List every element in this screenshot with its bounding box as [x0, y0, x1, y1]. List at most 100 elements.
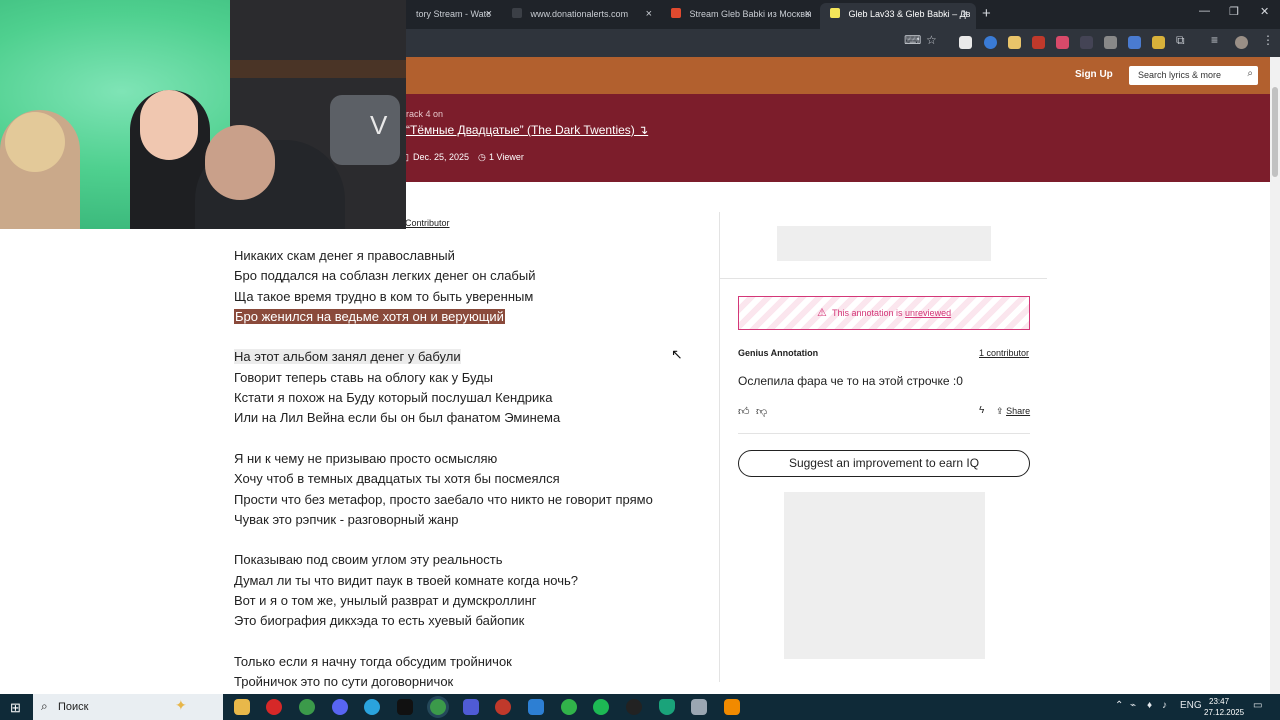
- extension-icon[interactable]: [984, 36, 997, 49]
- extension-icon[interactable]: [1152, 36, 1165, 49]
- tab-watch-stream[interactable]: tory Stream - Watc ×: [406, 3, 500, 29]
- lyric-line[interactable]: Никаких скам денег я православный: [234, 246, 714, 266]
- scroll-thumb[interactable]: [1272, 87, 1278, 177]
- app-icon[interactable]: [561, 699, 577, 715]
- chrome-active-icon[interactable]: [430, 699, 446, 715]
- lyric-line[interactable]: Тройничок это по сути договорничок: [234, 672, 714, 692]
- extension-icon[interactable]: [1128, 36, 1141, 49]
- taskbar-clock-time[interactable]: 23:47: [1209, 697, 1229, 706]
- lyric-line[interactable]: Кстати я похож на Буду который послушал …: [234, 388, 714, 408]
- app-icon[interactable]: [691, 699, 707, 715]
- lyric-line[interactable]: Прости что без метафор, просто заебало ч…: [234, 490, 714, 510]
- extension-icon[interactable]: [1032, 36, 1045, 49]
- minimize-button[interactable]: —: [1199, 5, 1210, 17]
- obs-icon[interactable]: [626, 699, 642, 715]
- spotify-icon[interactable]: [593, 699, 609, 715]
- ad-placeholder: [784, 492, 985, 659]
- puzzle-icon[interactable]: ⧉: [1176, 33, 1185, 48]
- sign-up-link[interactable]: Sign Up: [1075, 69, 1113, 80]
- profile-avatar-icon[interactable]: [1235, 36, 1248, 49]
- vscode-icon[interactable]: [528, 699, 544, 715]
- chrome-icon[interactable]: [299, 699, 315, 715]
- unreviewed-link[interactable]: unreviewed: [905, 308, 951, 318]
- taskbar-clock-date[interactable]: 27.12.2025: [1204, 708, 1244, 717]
- bookmark-star-icon[interactable]: ☆: [926, 33, 937, 47]
- extension-icon[interactable]: [1008, 36, 1021, 49]
- lyric-line[interactable]: Говорит теперь ставь на облогу как у Буд…: [234, 368, 714, 388]
- microphone-icon[interactable]: ♦: [1147, 700, 1152, 711]
- lyric-line[interactable]: Только если я начну тогда обсудим тройни…: [234, 652, 714, 672]
- new-tab-button[interactable]: +: [982, 5, 991, 22]
- app-icon[interactable]: [495, 699, 511, 715]
- translate-icon[interactable]: ⌨: [904, 33, 921, 47]
- taskbar-search[interactable]: ⌕ Поиск ✦: [33, 694, 223, 720]
- lyric-line[interactable]: Чувак это рэпчик - разговорный жанр: [234, 510, 714, 530]
- album-link[interactable]: “Тёмные Двадцатые” (The Dark Twenties) ↴: [406, 123, 648, 137]
- annotation-contributors-link[interactable]: 1 contributor: [979, 348, 1029, 358]
- page-scrollbar[interactable]: [1270, 57, 1280, 694]
- stanza-break: [234, 530, 714, 550]
- lyric-line[interactable]: Бро женился на ведьме хотя он и верующий: [234, 307, 714, 327]
- globe-icon: [512, 8, 522, 18]
- search-icon[interactable]: ⌕: [1247, 68, 1253, 79]
- language-indicator[interactable]: ENG: [1180, 700, 1202, 711]
- thumbs-down-icon[interactable]: 👎︎: [756, 405, 767, 418]
- lyric-line[interactable]: Хочу чтоб в темных двадцатых ты хотя бы …: [234, 469, 714, 489]
- app-icon[interactable]: [397, 699, 413, 715]
- lyric-text: Кстати я похож на Буду который послушал …: [234, 390, 553, 406]
- suggest-improvement-button[interactable]: Suggest an improvement to earn IQ: [738, 450, 1030, 477]
- webcam-person: [205, 125, 275, 200]
- vlc-icon[interactable]: [724, 699, 740, 715]
- extension-icon[interactable]: [1080, 36, 1093, 49]
- tab-donationalerts[interactable]: www.donationalerts.com ×: [502, 3, 660, 29]
- yandex-icon[interactable]: [266, 699, 282, 715]
- search-input[interactable]: Search lyrics & more ⌕: [1129, 66, 1258, 85]
- lyric-line[interactable]: Вот и я о том же, унылый разврат и думск…: [234, 591, 714, 611]
- menu-kebab-icon[interactable]: ⋮: [1262, 33, 1274, 47]
- tab-label: Stream Gleb Babki из Москвы: [689, 9, 812, 19]
- tab-genius-active[interactable]: Gleb Lav33 & Gleb Babki – Дв ×: [820, 3, 976, 29]
- file-explorer-icon[interactable]: [234, 699, 250, 715]
- lyric-line[interactable]: Думал ли ты что видит паук в твоей комна…: [234, 571, 714, 591]
- close-window-button[interactable]: ✕: [1260, 5, 1269, 18]
- tab-label: www.donationalerts.com: [530, 9, 629, 19]
- extension-icon[interactable]: [1056, 36, 1069, 49]
- release-date: Dec. 25, 2025: [413, 152, 470, 162]
- close-tab-icon[interactable]: ×: [486, 3, 492, 25]
- close-tab-icon[interactable]: ×: [646, 3, 652, 25]
- sparkle-icon: ✦: [175, 697, 187, 713]
- close-tab-icon[interactable]: ×: [805, 3, 811, 25]
- telegram-icon[interactable]: [364, 699, 380, 715]
- lyric-line[interactable]: Ща такое время трудно в ком то быть увер…: [234, 287, 714, 307]
- network-icon[interactable]: ⌁: [1130, 700, 1136, 711]
- contributor-link[interactable]: Contributor: [405, 218, 450, 228]
- lightning-icon[interactable]: ϟ: [979, 405, 984, 416]
- app-icon[interactable]: [463, 699, 479, 715]
- lyric-line[interactable]: Бро поддался на соблазн легких денег он …: [234, 266, 714, 286]
- lyric-line[interactable]: Я ни к чему не призываю просто осмысляю: [234, 449, 714, 469]
- sidebar-divider: [720, 278, 1047, 279]
- tab-stream-gleb-babki[interactable]: Stream Gleb Babki из Москвы ×: [661, 3, 819, 29]
- media-control-icon[interactable]: ≡: [1211, 33, 1218, 47]
- warning-icon: ⚠: [817, 307, 827, 319]
- lyric-line[interactable]: Показываю под своим углом эту реальность: [234, 550, 714, 570]
- notifications-icon[interactable]: ▭: [1253, 700, 1262, 711]
- maximize-button[interactable]: ❐: [1229, 5, 1239, 18]
- lyric-text: Тройничок это по сути договорничок: [234, 674, 454, 690]
- lyric-line[interactable]: Это биография дикхэда то есть хуевый бай…: [234, 611, 714, 631]
- tray-chevron-icon[interactable]: ⌃: [1115, 700, 1123, 711]
- webcam-person: [140, 90, 198, 160]
- lyric-text: Думал ли ты что видит паук в твоей комна…: [234, 572, 578, 588]
- discord-icon[interactable]: [332, 699, 348, 715]
- share-button[interactable]: ⇪ Share: [996, 406, 1030, 417]
- close-tab-icon[interactable]: ×: [962, 3, 968, 25]
- column-divider: [719, 212, 720, 682]
- extension-icon[interactable]: [959, 36, 972, 49]
- thumbs-up-icon[interactable]: 👍︎: [738, 405, 750, 418]
- volume-icon[interactable]: ♪: [1162, 700, 1167, 711]
- shield-icon[interactable]: [659, 699, 675, 715]
- lyric-line[interactable]: Или на Лил Вейна если бы он был фанатом …: [234, 408, 714, 428]
- camera-icon[interactable]: [1104, 36, 1117, 49]
- windows-start-icon[interactable]: ⊞: [10, 700, 21, 716]
- lyric-line[interactable]: На этот альбом занял денег у бабули: [234, 347, 714, 367]
